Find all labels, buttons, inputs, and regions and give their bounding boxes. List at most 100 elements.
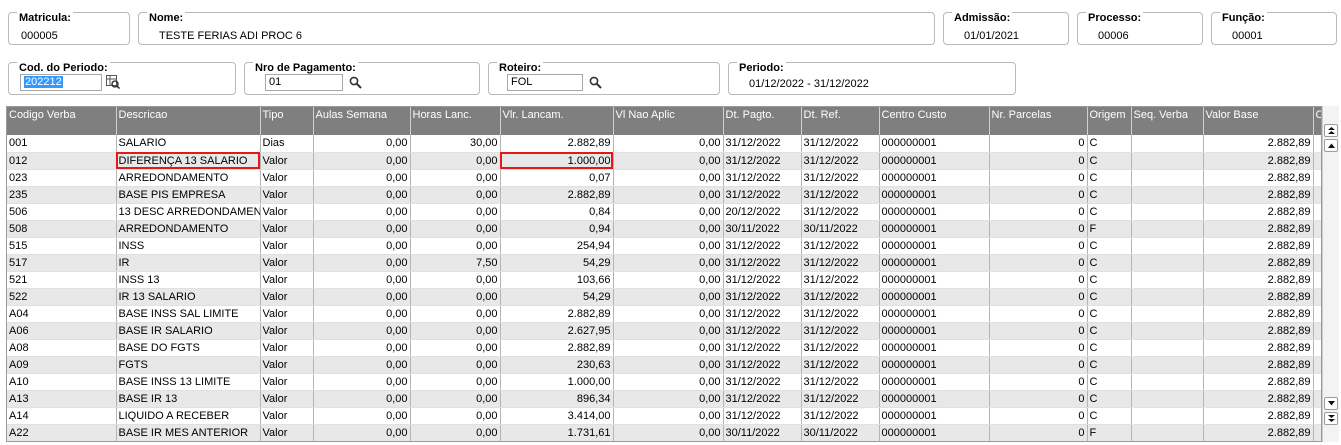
table-cell[interactable]: 000000001 — [879, 424, 990, 441]
table-cell[interactable] — [1313, 220, 1321, 238]
table-cell[interactable]: 0,00 — [410, 237, 501, 255]
table-cell[interactable]: 000000001 — [879, 169, 990, 187]
table-cell[interactable]: 0 — [989, 271, 1088, 289]
table-cell[interactable]: 31/12/2022 — [723, 407, 802, 425]
table-cell[interactable]: 31/12/2022 — [801, 271, 880, 289]
table-cell[interactable]: 31/12/2022 — [723, 186, 802, 204]
table-cell[interactable]: 0,00 — [313, 203, 411, 221]
table-cell[interactable]: 0,00 — [313, 407, 411, 425]
table-cell[interactable] — [1313, 407, 1321, 425]
column-header[interactable]: Dt. Ref. — [801, 107, 880, 135]
table-cell[interactable]: BASE PIS EMPRESA — [116, 186, 261, 204]
table-cell[interactable]: 31/12/2022 — [723, 237, 802, 255]
table-cell[interactable]: 0,00 — [313, 169, 411, 187]
table-cell[interactable]: 000000001 — [879, 356, 990, 374]
table-row[interactable]: 517 IR Valor 0,00 7,50 54,29 0,00 31/12/2022 31/… — [7, 254, 1321, 272]
table-cell[interactable]: 0 — [989, 305, 1088, 323]
table-cell[interactable]: 2.882,89 — [1203, 322, 1314, 340]
table-cell[interactable]: 0 — [989, 390, 1088, 408]
table-cell[interactable]: 0,00 — [613, 424, 724, 441]
table-cell[interactable]: Valor — [260, 288, 314, 306]
table-cell[interactable]: 1.731,61 — [500, 424, 614, 441]
cod-periodo-input[interactable]: 202212 — [20, 74, 102, 91]
table-cell[interactable]: 0,00 — [613, 220, 724, 238]
table-cell[interactable]: 023 — [7, 169, 117, 187]
table-cell[interactable]: Valor — [260, 373, 314, 391]
table-cell[interactable]: 1.000,00 — [500, 373, 614, 391]
roteiro-input[interactable]: FOL — [507, 74, 583, 91]
table-cell[interactable]: 2.882,89 — [500, 305, 614, 323]
table-cell[interactable] — [1313, 356, 1321, 374]
table-cell[interactable]: 0 — [989, 288, 1088, 306]
table-cell[interactable]: 31/12/2022 — [801, 237, 880, 255]
table-cell[interactable]: 0,00 — [613, 339, 724, 357]
table-cell[interactable]: 0,00 — [410, 305, 501, 323]
table-cell[interactable]: 0,00 — [613, 322, 724, 340]
table-cell[interactable]: 2.882,89 — [1203, 390, 1314, 408]
table-cell[interactable]: 508 — [7, 220, 117, 238]
table-cell[interactable]: 0,00 — [313, 220, 411, 238]
table-cell[interactable]: FGTS — [116, 356, 261, 374]
table-cell[interactable]: 31/12/2022 — [723, 322, 802, 340]
table-cell[interactable]: 31/12/2022 — [723, 356, 802, 374]
table-row[interactable]: 506 13 DESC ARREDONDAMEN Valor 0,00 0,00 0,84… — [7, 203, 1321, 221]
table-cell[interactable]: 000000001 — [879, 152, 990, 170]
table-cell[interactable] — [1313, 373, 1321, 391]
table-cell[interactable]: 13 DESC ARREDONDAMEN — [116, 203, 261, 221]
table-cell[interactable]: 2.882,89 — [500, 135, 614, 153]
table-cell[interactable]: 000000001 — [879, 339, 990, 357]
table-cell[interactable]: 0,00 — [613, 186, 724, 204]
table-cell[interactable] — [1131, 237, 1204, 255]
table-cell[interactable]: 20/12/2022 — [723, 203, 802, 221]
table-cell[interactable]: 0 — [989, 254, 1088, 272]
table-cell[interactable]: ARREDONDAMENTO — [116, 220, 261, 238]
table-cell[interactable]: 2.882,89 — [1203, 169, 1314, 187]
table-cell[interactable]: A14 — [7, 407, 117, 425]
column-header[interactable]: Horas Lanc. — [410, 107, 501, 135]
table-cell[interactable]: 0,00 — [613, 271, 724, 289]
table-cell[interactable]: 000000001 — [879, 254, 990, 272]
table-cell[interactable]: 2.882,89 — [1203, 237, 1314, 255]
table-cell[interactable]: Valor — [260, 169, 314, 187]
column-header[interactable]: Vlr. Lancam. — [500, 107, 614, 135]
table-cell[interactable] — [1131, 424, 1204, 441]
table-cell[interactable] — [1313, 390, 1321, 408]
table-cell[interactable]: Valor — [260, 254, 314, 272]
table-cell[interactable] — [1131, 305, 1204, 323]
table-cell[interactable]: 000000001 — [879, 373, 990, 391]
table-cell[interactable]: 2.882,89 — [1203, 373, 1314, 391]
table-cell[interactable]: Valor — [260, 152, 314, 170]
table-cell[interactable]: 0,00 — [613, 203, 724, 221]
table-cell[interactable] — [1313, 135, 1321, 153]
table-cell[interactable]: INSS 13 — [116, 271, 261, 289]
table-cell[interactable]: 2.882,89 — [1203, 271, 1314, 289]
table-cell[interactable]: C — [1087, 203, 1132, 221]
table-cell[interactable] — [1131, 322, 1204, 340]
table-cell[interactable]: 0,00 — [410, 152, 501, 170]
table-cell[interactable]: 54,29 — [500, 254, 614, 272]
table-cell[interactable]: A13 — [7, 390, 117, 408]
column-header[interactable]: Seq. Verba — [1131, 107, 1204, 135]
table-cell[interactable]: 0,00 — [313, 339, 411, 357]
table-cell[interactable]: C — [1087, 271, 1132, 289]
table-row[interactable]: 508 ARREDONDAMENTO Valor 0,00 0,00 0,94 0,00 30… — [7, 220, 1321, 238]
table-cell[interactable]: 896,34 — [500, 390, 614, 408]
table-row[interactable]: A04 BASE INSS SAL LIMITE Valor 0,00 0,00 2.88… — [7, 305, 1321, 323]
table-cell[interactable]: 0,00 — [313, 390, 411, 408]
table-cell[interactable]: 2.882,89 — [500, 339, 614, 357]
table-cell[interactable]: 0,00 — [613, 237, 724, 255]
highlighted-valor-cell[interactable]: 1.000,00 — [500, 152, 614, 170]
table-cell[interactable]: 0,00 — [410, 203, 501, 221]
table-cell[interactable]: BASE INSS SAL LIMITE — [116, 305, 261, 323]
table-cell[interactable] — [1313, 322, 1321, 340]
table-cell[interactable] — [1131, 271, 1204, 289]
table-cell[interactable]: 30,00 — [410, 135, 501, 153]
scroll-bottom-button[interactable] — [1324, 412, 1338, 425]
table-cell[interactable]: C — [1087, 135, 1132, 153]
table-cell[interactable]: 31/12/2022 — [723, 373, 802, 391]
highlighted-descricao-cell[interactable]: DIFERENÇA 13 SALARIO — [116, 152, 261, 170]
table-cell[interactable]: 31/12/2022 — [801, 135, 880, 153]
table-cell[interactable] — [1131, 373, 1204, 391]
table-cell[interactable]: 0,00 — [313, 271, 411, 289]
table-cell[interactable]: 230,63 — [500, 356, 614, 374]
